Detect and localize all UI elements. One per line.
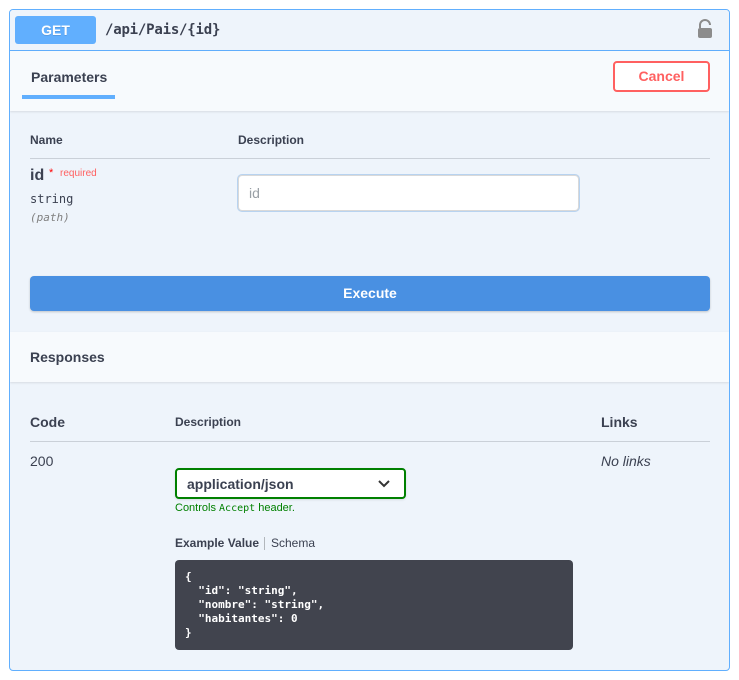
- unlock-icon[interactable]: [697, 19, 713, 39]
- controls-suffix: header.: [255, 502, 295, 514]
- param-col-name: Name: [30, 133, 63, 147]
- resp-header-divider: [30, 441, 710, 442]
- id-input[interactable]: [238, 175, 579, 211]
- chevron-down-icon: [378, 480, 390, 488]
- tab-active-indicator: [22, 95, 115, 99]
- resp-col-code: Code: [30, 414, 65, 430]
- operation-summary[interactable]: GET /api/Pais/{id}: [10, 10, 729, 51]
- tab-parameters[interactable]: Parameters: [22, 51, 115, 99]
- controls-header-name: Accept: [219, 503, 256, 514]
- response-links: No links: [601, 453, 651, 469]
- tab-separator: [264, 537, 265, 550]
- execute-button[interactable]: Execute: [30, 276, 710, 311]
- endpoint-path: /api/Pais/{id}: [105, 22, 221, 38]
- required-label: required: [60, 168, 97, 179]
- required-star: *: [49, 167, 54, 179]
- responses-header: Responses: [10, 332, 729, 382]
- response-code: 200: [30, 453, 54, 469]
- method-badge: GET: [15, 16, 96, 44]
- param-location: (path): [30, 211, 70, 224]
- resp-col-description: Description: [175, 415, 242, 429]
- responses-title: Responses: [30, 349, 105, 365]
- tab-parameters-label: Parameters: [31, 69, 108, 85]
- param-header-divider: [30, 158, 710, 159]
- controls-prefix: Controls: [175, 502, 220, 514]
- param-name: id: [30, 167, 45, 184]
- media-type-value: application/json: [187, 476, 294, 492]
- parameters-header: Parameters Cancel: [10, 51, 729, 111]
- resp-col-links: Links: [601, 414, 638, 430]
- tab-example-value[interactable]: Example Value: [175, 536, 259, 550]
- cancel-button[interactable]: Cancel: [613, 61, 710, 92]
- param-type: string: [30, 192, 74, 206]
- media-type-select[interactable]: application/json: [175, 468, 406, 499]
- controls-accept-note: Controls Accept header.: [175, 502, 295, 514]
- example-value-code: { "id": "string", "nombre": "string", "h…: [175, 560, 573, 650]
- operation-block: GET /api/Pais/{id} Parameters Cancel Nam…: [9, 9, 730, 671]
- tab-schema[interactable]: Schema: [271, 536, 315, 550]
- param-col-description: Description: [238, 133, 305, 147]
